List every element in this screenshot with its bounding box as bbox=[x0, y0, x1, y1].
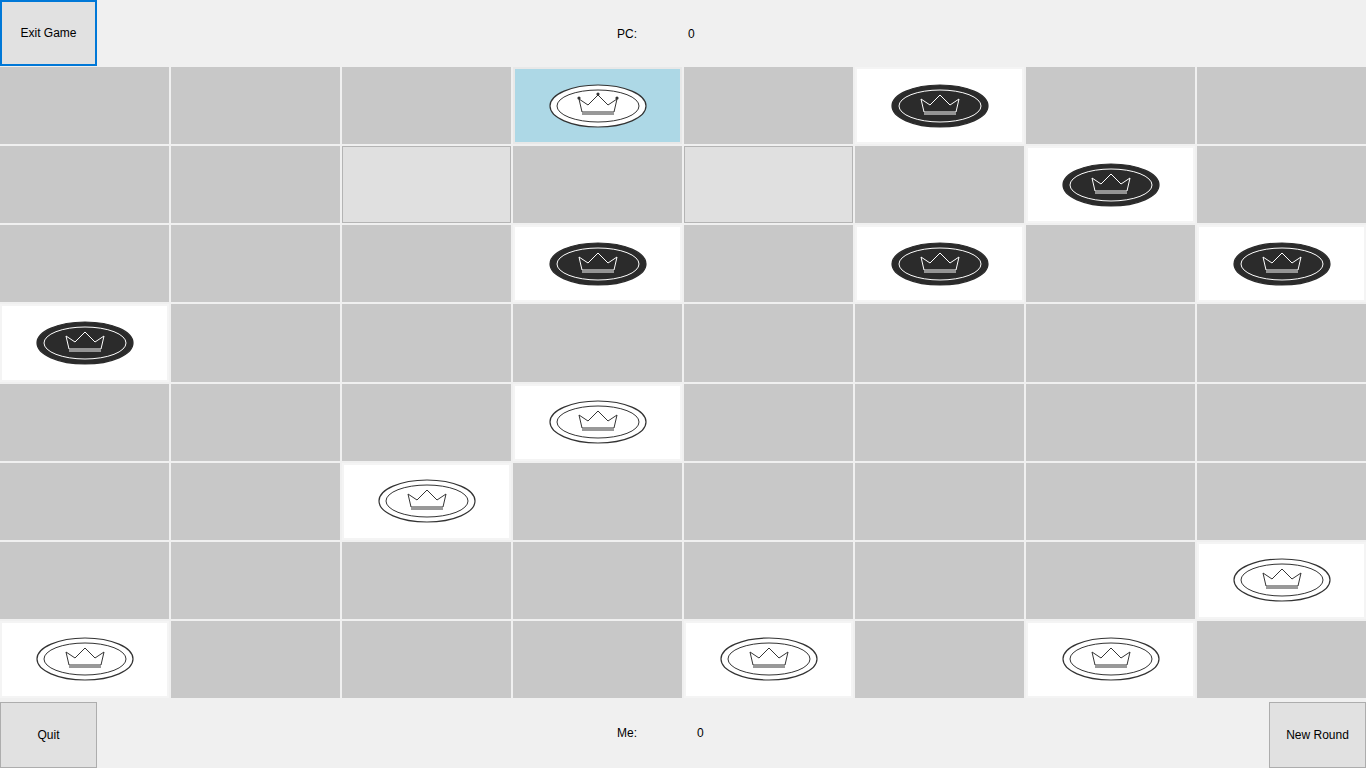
board-cell[interactable] bbox=[1197, 304, 1366, 381]
board-cell[interactable] bbox=[513, 463, 682, 540]
black-piece-icon[interactable] bbox=[890, 83, 990, 129]
bottom-bar: Quit Me:0 New Round bbox=[0, 698, 1366, 768]
me-label: Me: bbox=[617, 726, 697, 740]
pc-score: 0 bbox=[688, 27, 695, 41]
board-cell[interactable] bbox=[342, 384, 511, 461]
board-cell[interactable] bbox=[1026, 463, 1195, 540]
board-cell[interactable] bbox=[171, 146, 340, 223]
board-cell[interactable] bbox=[684, 384, 853, 461]
board-cell[interactable] bbox=[1197, 146, 1366, 223]
board-cell[interactable] bbox=[1197, 225, 1366, 302]
board-cell[interactable] bbox=[513, 67, 682, 144]
board-cell[interactable] bbox=[513, 225, 682, 302]
board-cell[interactable] bbox=[513, 621, 682, 698]
board-cell[interactable] bbox=[513, 542, 682, 619]
pc-label: PC: bbox=[617, 27, 688, 41]
board-cell[interactable] bbox=[0, 621, 169, 698]
board-cell[interactable] bbox=[1197, 621, 1366, 698]
board-cell[interactable] bbox=[855, 384, 1024, 461]
board-cell[interactable] bbox=[342, 542, 511, 619]
board-cell[interactable] bbox=[684, 225, 853, 302]
board-cell[interactable] bbox=[342, 621, 511, 698]
black-piece-icon[interactable] bbox=[890, 241, 990, 287]
board-cell[interactable] bbox=[1026, 621, 1195, 698]
board-cell[interactable] bbox=[684, 621, 853, 698]
black-piece-icon[interactable] bbox=[1061, 162, 1161, 208]
board-cell[interactable] bbox=[1197, 384, 1366, 461]
board-cell[interactable] bbox=[684, 304, 853, 381]
checkers-window: Exit GamePC:0QuitMe:0New Round bbox=[0, 0, 1366, 768]
board-cell[interactable] bbox=[1026, 146, 1195, 223]
board-cell[interactable] bbox=[0, 67, 169, 144]
board-cell[interactable] bbox=[0, 384, 169, 461]
board-cell[interactable] bbox=[171, 384, 340, 461]
board-cell[interactable] bbox=[513, 146, 682, 223]
white-piece-icon[interactable] bbox=[377, 478, 477, 524]
board-cell[interactable] bbox=[0, 542, 169, 619]
board-cell[interactable] bbox=[0, 304, 169, 381]
new-round-button[interactable]: New Round bbox=[1269, 702, 1366, 768]
board-cell[interactable] bbox=[171, 304, 340, 381]
board-cell[interactable] bbox=[171, 542, 340, 619]
board-cell[interactable] bbox=[342, 225, 511, 302]
board-cell[interactable] bbox=[855, 304, 1024, 381]
board-cell[interactable] bbox=[1026, 304, 1195, 381]
board-cell[interactable] bbox=[342, 67, 511, 144]
board-cell[interactable] bbox=[1197, 542, 1366, 619]
white-piece-icon[interactable] bbox=[548, 399, 648, 445]
board-cell[interactable] bbox=[171, 67, 340, 144]
white-piece-icon[interactable] bbox=[1232, 557, 1332, 603]
board-cell[interactable] bbox=[171, 621, 340, 698]
board-cell[interactable] bbox=[1026, 225, 1195, 302]
black-piece-icon[interactable] bbox=[548, 241, 648, 287]
white-piece-icon[interactable] bbox=[719, 636, 819, 682]
board-cell[interactable] bbox=[855, 463, 1024, 540]
board-cell[interactable] bbox=[684, 67, 853, 144]
board bbox=[0, 67, 1366, 698]
board-cell[interactable] bbox=[171, 463, 340, 540]
black-piece-icon[interactable] bbox=[1232, 241, 1332, 287]
board-cell[interactable] bbox=[684, 463, 853, 540]
board-cell[interactable] bbox=[0, 463, 169, 540]
board-cell[interactable] bbox=[1026, 67, 1195, 144]
board-cell[interactable] bbox=[1197, 67, 1366, 144]
white-piece-icon[interactable] bbox=[548, 83, 648, 129]
exit-game-button[interactable]: Exit Game bbox=[0, 0, 97, 66]
board-cell[interactable] bbox=[342, 463, 511, 540]
top-bar: Exit Game PC:0 bbox=[0, 0, 1366, 67]
board-cell[interactable] bbox=[855, 225, 1024, 302]
board-cell[interactable] bbox=[855, 67, 1024, 144]
black-piece-icon[interactable] bbox=[35, 320, 135, 366]
board-cell[interactable] bbox=[855, 621, 1024, 698]
board-cell[interactable] bbox=[855, 542, 1024, 619]
board-cell[interactable] bbox=[1197, 463, 1366, 540]
board-cell[interactable] bbox=[855, 146, 1024, 223]
board-cell[interactable] bbox=[513, 384, 682, 461]
white-piece-icon[interactable] bbox=[1061, 636, 1161, 682]
white-piece-icon[interactable] bbox=[35, 636, 135, 682]
board-cell[interactable] bbox=[0, 146, 169, 223]
board-cell[interactable] bbox=[684, 542, 853, 619]
board-cell[interactable] bbox=[684, 146, 853, 223]
board-cell[interactable] bbox=[1026, 384, 1195, 461]
quit-button[interactable]: Quit bbox=[0, 702, 97, 768]
board-cell[interactable] bbox=[171, 225, 340, 302]
board-cell[interactable] bbox=[342, 304, 511, 381]
board-cell[interactable] bbox=[342, 146, 511, 223]
board-cell[interactable] bbox=[513, 304, 682, 381]
board-cell[interactable] bbox=[1026, 542, 1195, 619]
me-score: 0 bbox=[697, 726, 704, 740]
board-cell[interactable] bbox=[0, 225, 169, 302]
